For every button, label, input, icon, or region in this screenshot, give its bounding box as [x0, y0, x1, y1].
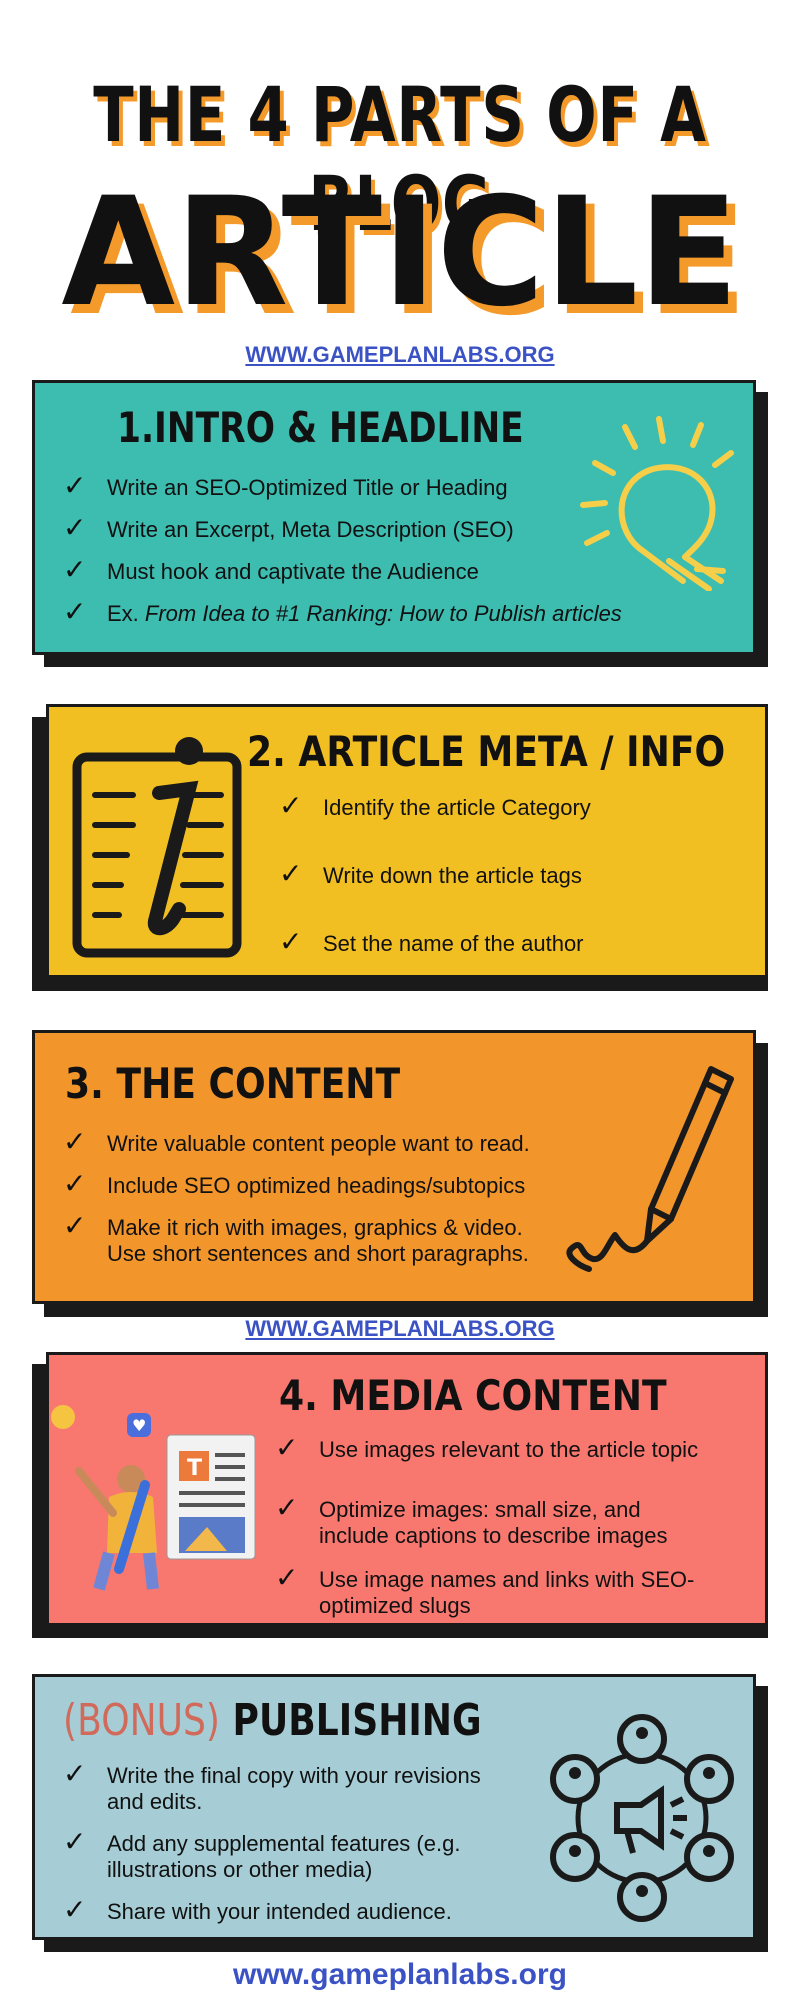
website-link-middle[interactable]: WWW.GAMEPLANLABS.ORG: [0, 1316, 800, 1342]
section-4-heading: 4. MEDIA CONTENT: [279, 1371, 667, 1420]
check-icon: ✓: [63, 595, 87, 628]
check-icon: ✓: [63, 1209, 87, 1242]
t-letter: T: [187, 1456, 202, 1481]
check-icon: ✓: [63, 1757, 87, 1790]
list-item: ✓ Identify the article Category: [279, 789, 591, 822]
check-icon: ✓: [63, 1893, 87, 1926]
section-2-heading: 2. ARTICLE META / INFO: [247, 727, 726, 776]
list-item: ✓ Include SEO optimized headings/subtopic…: [63, 1167, 526, 1200]
audience-network-icon: [550, 1714, 734, 1922]
section-5-heading: (BONUS) PUBLISHING: [63, 1695, 482, 1746]
list-item: ✓ Make it rich with images, graphics & vi…: [63, 1209, 529, 1267]
list-item: ✓ Must hook and captivate the Audience: [63, 553, 479, 586]
list-item: ✓ Write an SEO-Optimized Title or Heading: [63, 469, 508, 502]
title-line-2: ARTICLE: [61, 166, 739, 340]
section-article-meta: 2. ARTICLE META / INFO ✓ Identify the art…: [46, 704, 768, 978]
check-icon: ✓: [279, 789, 303, 822]
website-link-top[interactable]: WWW.GAMEPLANLABS.ORG: [0, 342, 800, 368]
check-icon: ✓: [63, 469, 87, 502]
list-item: ✓ Write valuable content people want to r…: [63, 1125, 530, 1158]
creator-illustration: T ♥: [51, 1405, 256, 1591]
section-intro-headline: 1.INTRO & HEADLINE ✓ Write an SEO-Optimiz…: [32, 380, 756, 655]
list-item: ✓ Use image names and links with SEO-opti…: [275, 1561, 695, 1619]
list-item: ✓ Set the name of the author: [279, 925, 584, 958]
check-icon: ✓: [63, 553, 87, 586]
check-icon: ✓: [63, 1125, 87, 1158]
pencil-icon: [566, 1066, 734, 1272]
list-item: ✓ Share with your intended audience.: [63, 1893, 452, 1926]
website-link-bottom[interactable]: www.gameplanlabs.org: [0, 1958, 800, 1992]
list-item: ✓ Write the final copy with your revision…: [63, 1757, 481, 1815]
check-icon: ✓: [275, 1561, 299, 1594]
list-item: ✓ Add any supplemental features (e.g. illu…: [63, 1825, 461, 1883]
check-icon: ✓: [275, 1431, 299, 1464]
list-item: ✓ Write down the article tags: [279, 857, 582, 890]
check-icon: ✓: [63, 511, 87, 544]
list-item: ✓ Use images relevant to the article topi…: [275, 1431, 699, 1464]
info-document-icon: [72, 737, 242, 958]
section-1-heading: 1.INTRO & HEADLINE: [117, 403, 524, 452]
check-icon: ✓: [279, 925, 303, 958]
list-item: ✓ Optimize images: small size, and include…: [275, 1491, 668, 1549]
section-3-heading: 3. THE CONTENT: [65, 1059, 401, 1108]
list-item: ✓ Ex. From Idea to #1 Ranking: How to Pub…: [63, 595, 622, 628]
list-item: ✓ Write an Excerpt, Meta Description (SEO…: [63, 511, 514, 544]
check-icon: ✓: [63, 1167, 87, 1200]
heart-icon: ♥: [132, 1416, 146, 1435]
lightbulb-icon: [580, 416, 734, 591]
check-icon: ✓: [279, 857, 303, 890]
check-icon: ✓: [63, 1825, 87, 1858]
section-publishing: (BONUS) PUBLISHING ✓ Write the final copy…: [32, 1674, 756, 1940]
check-icon: ✓: [275, 1491, 299, 1524]
section-media-content: 4. MEDIA CONTENT ✓ Use images relevant to…: [46, 1352, 768, 1626]
section-content: 3. THE CONTENT ✓ Write valuable content p…: [32, 1030, 756, 1304]
